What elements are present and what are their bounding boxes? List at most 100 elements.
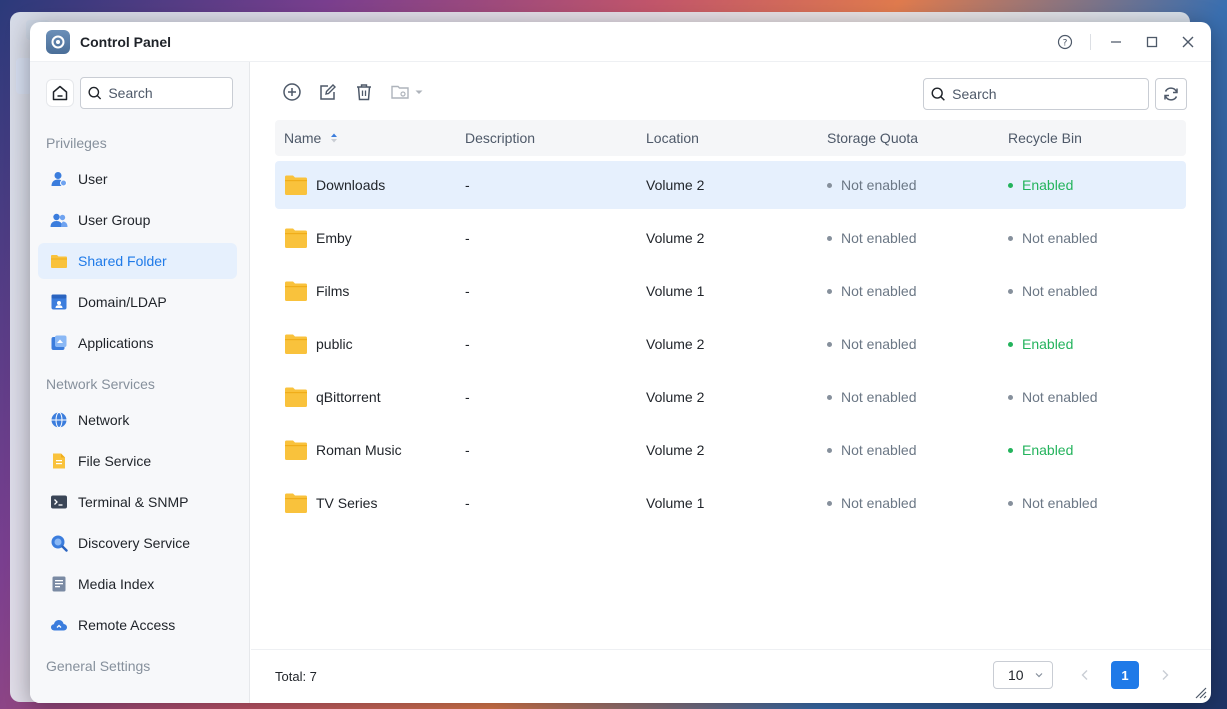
column-header-name[interactable]: Name xyxy=(275,130,456,146)
status-dot xyxy=(827,182,832,188)
cell-description: - xyxy=(465,442,470,458)
table-row[interactable]: Roman Music - Volume 2 Not enabled Enabl… xyxy=(275,426,1186,474)
folder-icon xyxy=(285,334,307,354)
status-dot xyxy=(1008,394,1013,400)
page-number-button[interactable]: 1 xyxy=(1111,661,1139,689)
sidebar-item-shared-folder[interactable]: Shared Folder xyxy=(38,243,237,279)
cell-name: Emby xyxy=(275,227,456,249)
table-row[interactable]: Films - Volume 1 Not enabled Not enabled xyxy=(275,267,1186,315)
sidebar-item-user[interactable]: User xyxy=(38,161,237,197)
cell-recycle-bin: Not enabled xyxy=(999,283,1186,299)
delete-button[interactable] xyxy=(351,79,377,105)
next-page-button[interactable] xyxy=(1157,661,1173,689)
sidebar-item-applications[interactable]: Applications xyxy=(38,325,237,361)
table-row[interactable]: qBittorrent - Volume 2 Not enabled Not e… xyxy=(275,373,1186,421)
folder-icon xyxy=(285,440,307,460)
cell-storage-quota: Not enabled xyxy=(818,230,999,246)
status-dot xyxy=(827,447,832,453)
sidebar-item-label: User Group xyxy=(78,212,151,228)
status-dot xyxy=(1008,235,1013,241)
chevron-right-icon xyxy=(1162,670,1169,680)
cell-description: - xyxy=(465,495,470,511)
status-dot xyxy=(827,341,832,347)
sidebar-item-network[interactable]: Network xyxy=(38,402,237,438)
status-dot xyxy=(1008,500,1013,506)
column-header-storage-quota[interactable]: Storage Quota xyxy=(818,130,999,146)
status-dot xyxy=(1008,288,1013,294)
nav-network-services: Network File Service Terminal & SNMP Dis… xyxy=(30,402,249,643)
table-row[interactable]: public - Volume 2 Not enabled Enabled xyxy=(275,320,1186,368)
chevron-left-icon xyxy=(1081,670,1088,680)
cell-storage-quota: Not enabled xyxy=(818,336,999,352)
folder-settings-icon xyxy=(391,85,409,99)
cell-location: Volume 1 xyxy=(646,283,705,299)
maximize-icon[interactable] xyxy=(1141,31,1163,53)
refresh-icon xyxy=(1164,87,1178,101)
sidebar-item-media-index[interactable]: Media Index xyxy=(38,566,237,602)
folder-actions-button[interactable] xyxy=(387,79,427,105)
folder-icon xyxy=(285,175,307,195)
status-dot xyxy=(827,500,832,506)
folder-icon xyxy=(285,281,307,301)
table-search[interactable] xyxy=(923,78,1149,110)
table-row[interactable]: TV Series - Volume 1 Not enabled Not ena… xyxy=(275,479,1186,527)
svg-text:?: ? xyxy=(1063,39,1068,49)
user-icon xyxy=(50,170,68,188)
title-bar[interactable]: Control Panel ? xyxy=(30,22,1211,62)
cell-recycle-bin: Enabled xyxy=(999,177,1186,193)
cell-location: Volume 2 xyxy=(646,336,705,352)
close-icon[interactable] xyxy=(1177,31,1199,53)
cell-location: Volume 2 xyxy=(646,230,705,246)
sidebar-item-terminal-snmp[interactable]: Terminal & SNMP xyxy=(38,484,237,520)
sidebar-item-file-service[interactable]: File Service xyxy=(38,443,237,479)
sidebar: Privileges User User Group Shared Folder xyxy=(30,62,250,703)
sort-icon xyxy=(331,133,338,143)
globe-icon xyxy=(50,411,68,429)
cell-recycle-bin: Enabled xyxy=(999,336,1186,352)
sidebar-item-discovery-service[interactable]: Discovery Service xyxy=(38,525,237,561)
chevron-down-icon xyxy=(1035,673,1043,678)
help-icon[interactable]: ? xyxy=(1054,31,1076,53)
create-button[interactable] xyxy=(279,79,305,105)
shared-folder-icon xyxy=(50,252,68,270)
home-icon xyxy=(52,85,68,101)
domain-icon xyxy=(50,293,68,311)
prev-page-button[interactable] xyxy=(1077,661,1093,689)
file-service-icon xyxy=(50,452,68,470)
applications-icon xyxy=(50,334,68,352)
edit-button[interactable] xyxy=(315,79,341,105)
column-header-description[interactable]: Description xyxy=(456,130,637,146)
column-header-recycle-bin[interactable]: Recycle Bin xyxy=(999,130,1186,146)
sidebar-item-remote-access[interactable]: Remote Access xyxy=(38,607,237,643)
total-count: Total: 7 xyxy=(275,669,317,684)
cell-description: - xyxy=(465,336,470,352)
cell-recycle-bin: Not enabled xyxy=(999,495,1186,511)
folder-icon xyxy=(285,387,307,407)
table-search-input[interactable] xyxy=(952,86,1148,102)
status-dot xyxy=(827,288,832,294)
column-header-location[interactable]: Location xyxy=(637,130,818,146)
toolbar xyxy=(251,62,1211,122)
table-row[interactable]: Emby - Volume 2 Not enabled Not enabled xyxy=(275,214,1186,262)
sidebar-item-domain-ldap[interactable]: Domain/LDAP xyxy=(38,284,237,320)
refresh-button[interactable] xyxy=(1155,78,1187,110)
home-button[interactable] xyxy=(46,79,74,107)
add-circle-icon xyxy=(283,83,301,101)
table-row[interactable]: Downloads - Volume 2 Not enabled Enabled xyxy=(275,161,1186,209)
cell-name: TV Series xyxy=(275,492,456,514)
sidebar-search[interactable] xyxy=(80,77,233,109)
page-size-select[interactable]: 10 xyxy=(993,661,1053,689)
sidebar-item-user-group[interactable]: User Group xyxy=(38,202,237,238)
control-panel-window: Control Panel ? Search Privileges User U… xyxy=(30,22,1211,703)
sidebar-search-input[interactable] xyxy=(108,85,232,101)
minimize-icon[interactable] xyxy=(1105,31,1127,53)
resize-handle-icon[interactable] xyxy=(1193,685,1207,699)
section-title-general-settings: General Settings xyxy=(46,658,151,674)
section-title-privileges: Privileges xyxy=(46,135,107,151)
sidebar-item-label: Applications xyxy=(78,335,154,351)
status-dot xyxy=(1008,341,1013,347)
window-controls: ? xyxy=(1054,22,1199,62)
sidebar-item-label: Network xyxy=(78,412,130,428)
folder-icon xyxy=(285,493,307,513)
cell-name: Downloads xyxy=(275,174,456,196)
